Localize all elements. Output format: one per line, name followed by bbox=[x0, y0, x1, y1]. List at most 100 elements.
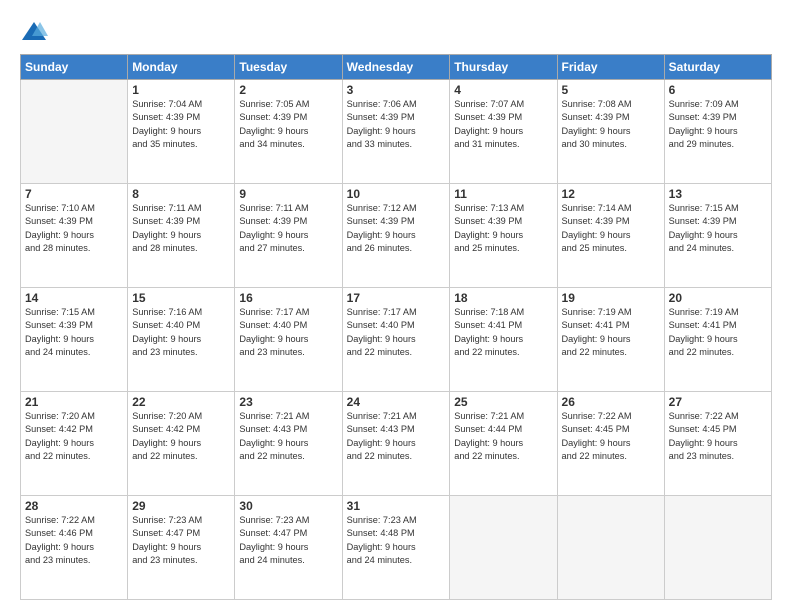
day-number: 22 bbox=[132, 395, 230, 409]
day-number: 11 bbox=[454, 187, 552, 201]
day-info: Sunrise: 7:10 AMSunset: 4:39 PMDaylight:… bbox=[25, 202, 123, 255]
calendar-cell: 28Sunrise: 7:22 AMSunset: 4:46 PMDayligh… bbox=[21, 496, 128, 600]
day-number: 4 bbox=[454, 83, 552, 97]
day-number: 28 bbox=[25, 499, 123, 513]
day-number: 8 bbox=[132, 187, 230, 201]
day-number: 25 bbox=[454, 395, 552, 409]
day-number: 5 bbox=[562, 83, 660, 97]
calendar-cell: 21Sunrise: 7:20 AMSunset: 4:42 PMDayligh… bbox=[21, 392, 128, 496]
calendar-cell: 2Sunrise: 7:05 AMSunset: 4:39 PMDaylight… bbox=[235, 80, 342, 184]
header-row: SundayMondayTuesdayWednesdayThursdayFrid… bbox=[21, 55, 772, 80]
calendar-cell: 6Sunrise: 7:09 AMSunset: 4:39 PMDaylight… bbox=[664, 80, 771, 184]
day-number: 24 bbox=[347, 395, 446, 409]
calendar-cell: 5Sunrise: 7:08 AMSunset: 4:39 PMDaylight… bbox=[557, 80, 664, 184]
day-number: 20 bbox=[669, 291, 767, 305]
calendar-cell: 25Sunrise: 7:21 AMSunset: 4:44 PMDayligh… bbox=[450, 392, 557, 496]
day-info: Sunrise: 7:23 AMSunset: 4:47 PMDaylight:… bbox=[239, 514, 337, 567]
day-info: Sunrise: 7:06 AMSunset: 4:39 PMDaylight:… bbox=[347, 98, 446, 151]
calendar-cell: 15Sunrise: 7:16 AMSunset: 4:40 PMDayligh… bbox=[128, 288, 235, 392]
day-info: Sunrise: 7:17 AMSunset: 4:40 PMDaylight:… bbox=[239, 306, 337, 359]
day-info: Sunrise: 7:20 AMSunset: 4:42 PMDaylight:… bbox=[132, 410, 230, 463]
calendar-cell: 12Sunrise: 7:14 AMSunset: 4:39 PMDayligh… bbox=[557, 184, 664, 288]
day-number: 31 bbox=[347, 499, 446, 513]
calendar-cell: 18Sunrise: 7:18 AMSunset: 4:41 PMDayligh… bbox=[450, 288, 557, 392]
calendar-cell: 11Sunrise: 7:13 AMSunset: 4:39 PMDayligh… bbox=[450, 184, 557, 288]
day-number: 18 bbox=[454, 291, 552, 305]
logo-icon bbox=[20, 18, 48, 46]
week-row: 21Sunrise: 7:20 AMSunset: 4:42 PMDayligh… bbox=[21, 392, 772, 496]
day-info: Sunrise: 7:22 AMSunset: 4:46 PMDaylight:… bbox=[25, 514, 123, 567]
week-row: 1Sunrise: 7:04 AMSunset: 4:39 PMDaylight… bbox=[21, 80, 772, 184]
calendar-cell: 14Sunrise: 7:15 AMSunset: 4:39 PMDayligh… bbox=[21, 288, 128, 392]
calendar-cell: 26Sunrise: 7:22 AMSunset: 4:45 PMDayligh… bbox=[557, 392, 664, 496]
calendar-cell: 19Sunrise: 7:19 AMSunset: 4:41 PMDayligh… bbox=[557, 288, 664, 392]
day-number: 29 bbox=[132, 499, 230, 513]
day-info: Sunrise: 7:22 AMSunset: 4:45 PMDaylight:… bbox=[562, 410, 660, 463]
day-info: Sunrise: 7:18 AMSunset: 4:41 PMDaylight:… bbox=[454, 306, 552, 359]
day-number: 10 bbox=[347, 187, 446, 201]
day-number: 1 bbox=[132, 83, 230, 97]
day-info: Sunrise: 7:08 AMSunset: 4:39 PMDaylight:… bbox=[562, 98, 660, 151]
day-info: Sunrise: 7:21 AMSunset: 4:44 PMDaylight:… bbox=[454, 410, 552, 463]
day-info: Sunrise: 7:21 AMSunset: 4:43 PMDaylight:… bbox=[347, 410, 446, 463]
day-info: Sunrise: 7:16 AMSunset: 4:40 PMDaylight:… bbox=[132, 306, 230, 359]
calendar-cell: 31Sunrise: 7:23 AMSunset: 4:48 PMDayligh… bbox=[342, 496, 450, 600]
page: SundayMondayTuesdayWednesdayThursdayFrid… bbox=[0, 0, 792, 612]
day-info: Sunrise: 7:13 AMSunset: 4:39 PMDaylight:… bbox=[454, 202, 552, 255]
day-info: Sunrise: 7:20 AMSunset: 4:42 PMDaylight:… bbox=[25, 410, 123, 463]
calendar-cell: 4Sunrise: 7:07 AMSunset: 4:39 PMDaylight… bbox=[450, 80, 557, 184]
week-row: 28Sunrise: 7:22 AMSunset: 4:46 PMDayligh… bbox=[21, 496, 772, 600]
day-of-week-header: Thursday bbox=[450, 55, 557, 80]
calendar-cell bbox=[450, 496, 557, 600]
day-info: Sunrise: 7:15 AMSunset: 4:39 PMDaylight:… bbox=[669, 202, 767, 255]
calendar-cell: 3Sunrise: 7:06 AMSunset: 4:39 PMDaylight… bbox=[342, 80, 450, 184]
day-number: 27 bbox=[669, 395, 767, 409]
day-number: 2 bbox=[239, 83, 337, 97]
day-number: 6 bbox=[669, 83, 767, 97]
day-info: Sunrise: 7:15 AMSunset: 4:39 PMDaylight:… bbox=[25, 306, 123, 359]
day-of-week-header: Tuesday bbox=[235, 55, 342, 80]
calendar-header: SundayMondayTuesdayWednesdayThursdayFrid… bbox=[21, 55, 772, 80]
day-number: 14 bbox=[25, 291, 123, 305]
calendar-cell: 9Sunrise: 7:11 AMSunset: 4:39 PMDaylight… bbox=[235, 184, 342, 288]
day-number: 17 bbox=[347, 291, 446, 305]
day-info: Sunrise: 7:04 AMSunset: 4:39 PMDaylight:… bbox=[132, 98, 230, 151]
calendar-table: SundayMondayTuesdayWednesdayThursdayFrid… bbox=[20, 54, 772, 600]
day-number: 23 bbox=[239, 395, 337, 409]
day-info: Sunrise: 7:22 AMSunset: 4:45 PMDaylight:… bbox=[669, 410, 767, 463]
day-number: 16 bbox=[239, 291, 337, 305]
week-row: 7Sunrise: 7:10 AMSunset: 4:39 PMDaylight… bbox=[21, 184, 772, 288]
calendar-cell: 8Sunrise: 7:11 AMSunset: 4:39 PMDaylight… bbox=[128, 184, 235, 288]
calendar-cell: 24Sunrise: 7:21 AMSunset: 4:43 PMDayligh… bbox=[342, 392, 450, 496]
day-info: Sunrise: 7:19 AMSunset: 4:41 PMDaylight:… bbox=[669, 306, 767, 359]
day-number: 30 bbox=[239, 499, 337, 513]
day-info: Sunrise: 7:07 AMSunset: 4:39 PMDaylight:… bbox=[454, 98, 552, 151]
day-of-week-header: Wednesday bbox=[342, 55, 450, 80]
calendar-cell: 27Sunrise: 7:22 AMSunset: 4:45 PMDayligh… bbox=[664, 392, 771, 496]
calendar-cell: 29Sunrise: 7:23 AMSunset: 4:47 PMDayligh… bbox=[128, 496, 235, 600]
day-number: 12 bbox=[562, 187, 660, 201]
day-info: Sunrise: 7:05 AMSunset: 4:39 PMDaylight:… bbox=[239, 98, 337, 151]
day-info: Sunrise: 7:23 AMSunset: 4:48 PMDaylight:… bbox=[347, 514, 446, 567]
day-number: 15 bbox=[132, 291, 230, 305]
day-number: 26 bbox=[562, 395, 660, 409]
calendar-cell: 7Sunrise: 7:10 AMSunset: 4:39 PMDaylight… bbox=[21, 184, 128, 288]
day-info: Sunrise: 7:09 AMSunset: 4:39 PMDaylight:… bbox=[669, 98, 767, 151]
day-number: 3 bbox=[347, 83, 446, 97]
header bbox=[20, 18, 772, 46]
day-of-week-header: Monday bbox=[128, 55, 235, 80]
day-info: Sunrise: 7:11 AMSunset: 4:39 PMDaylight:… bbox=[239, 202, 337, 255]
calendar-cell bbox=[664, 496, 771, 600]
calendar-cell: 16Sunrise: 7:17 AMSunset: 4:40 PMDayligh… bbox=[235, 288, 342, 392]
week-row: 14Sunrise: 7:15 AMSunset: 4:39 PMDayligh… bbox=[21, 288, 772, 392]
day-number: 13 bbox=[669, 187, 767, 201]
calendar-cell: 17Sunrise: 7:17 AMSunset: 4:40 PMDayligh… bbox=[342, 288, 450, 392]
logo bbox=[20, 18, 52, 46]
calendar-cell: 1Sunrise: 7:04 AMSunset: 4:39 PMDaylight… bbox=[128, 80, 235, 184]
day-of-week-header: Saturday bbox=[664, 55, 771, 80]
day-info: Sunrise: 7:11 AMSunset: 4:39 PMDaylight:… bbox=[132, 202, 230, 255]
day-info: Sunrise: 7:14 AMSunset: 4:39 PMDaylight:… bbox=[562, 202, 660, 255]
day-number: 7 bbox=[25, 187, 123, 201]
calendar-cell: 22Sunrise: 7:20 AMSunset: 4:42 PMDayligh… bbox=[128, 392, 235, 496]
calendar-cell bbox=[21, 80, 128, 184]
